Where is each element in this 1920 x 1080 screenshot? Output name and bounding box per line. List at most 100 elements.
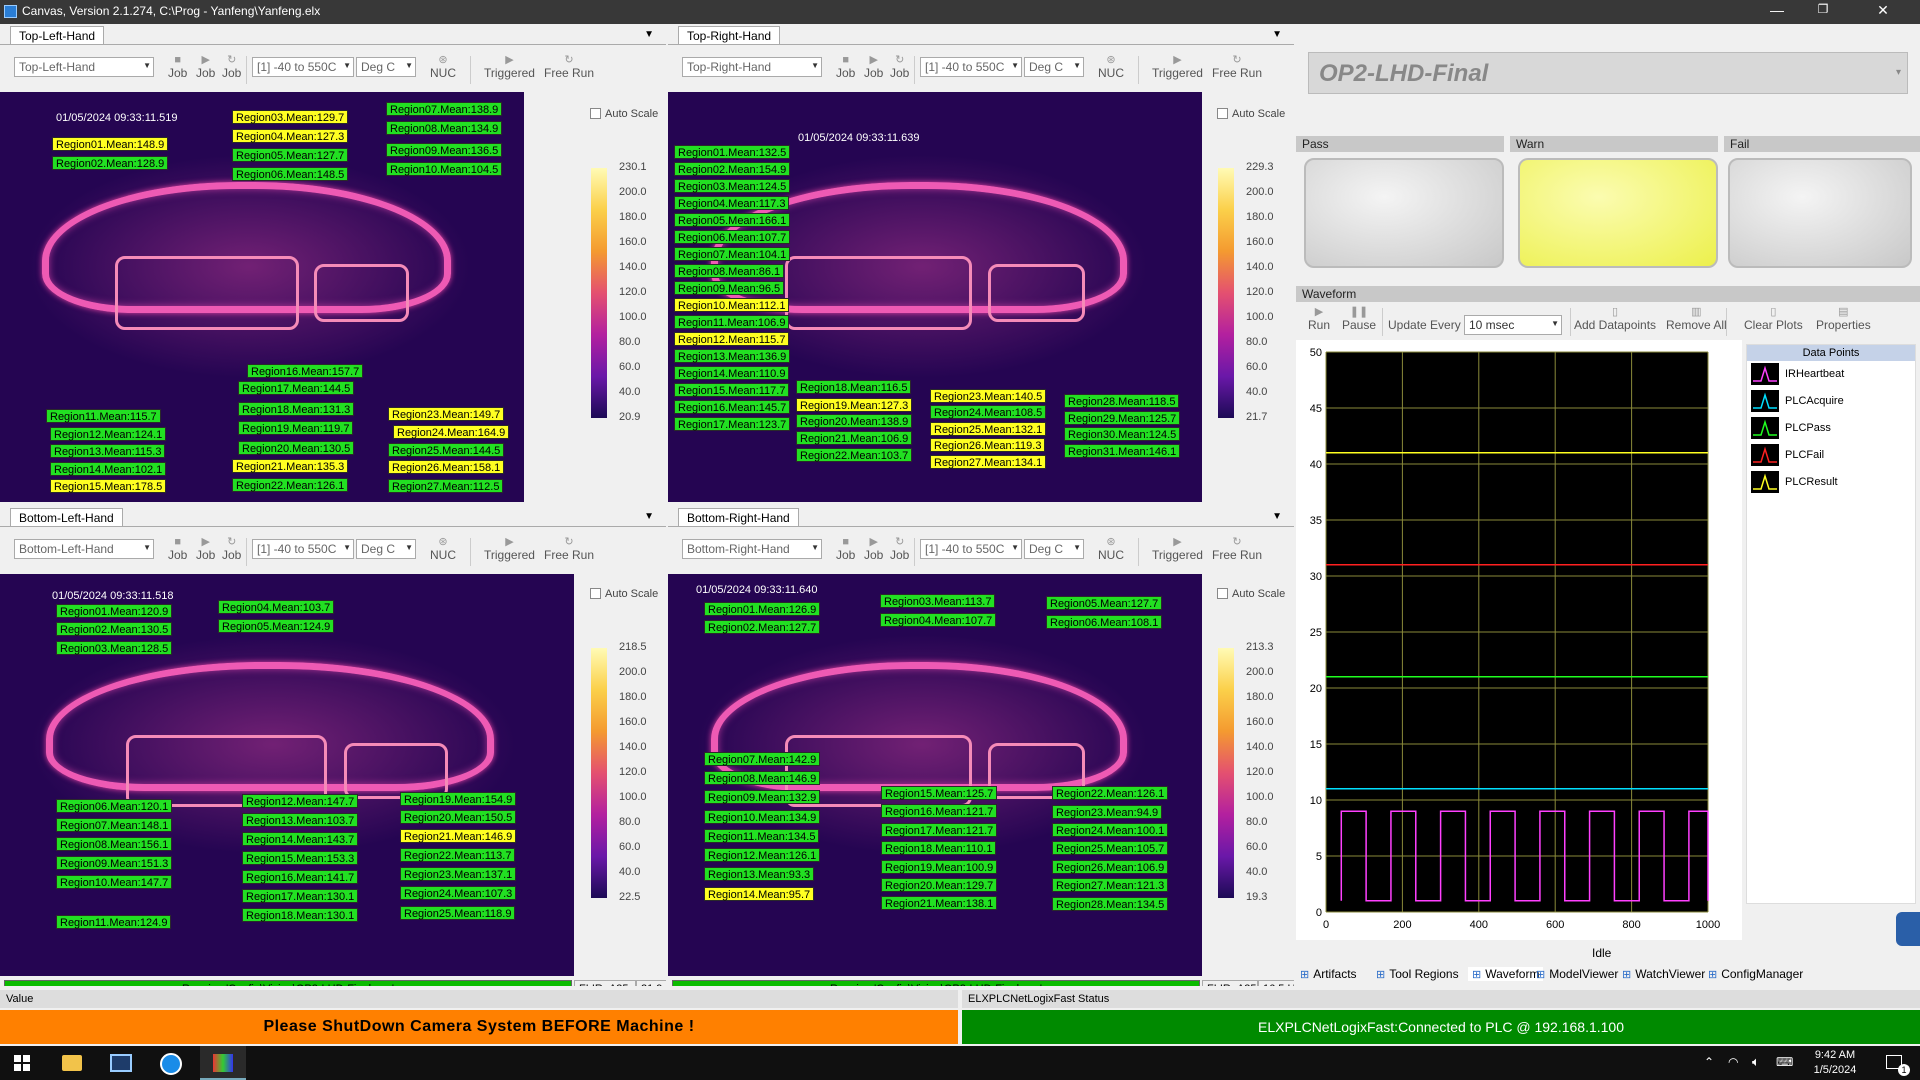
- chevron-down-icon[interactable]: ▼: [644, 511, 654, 522]
- nuc-button[interactable]: ⊛ NUC: [1098, 536, 1124, 562]
- chevron-down-icon[interactable]: ▼: [1272, 511, 1282, 522]
- region-mean-label: Region16.Mean:141.7: [242, 870, 359, 884]
- thermal-image[interactable]: 01/05/2024 09:33:11.518 Region01.Mean:120…: [0, 574, 574, 976]
- tab-artifacts[interactable]: ⊞ Artifacts: [1300, 967, 1357, 981]
- job-button-3[interactable]: ↻ Job: [890, 536, 909, 562]
- tab-top-left[interactable]: Top-Left-Hand: [10, 26, 105, 44]
- legend-item-plcacquire[interactable]: PLCAcquire: [1747, 388, 1915, 415]
- auto-scale-checkbox[interactable]: Auto Scale: [1217, 588, 1285, 600]
- auto-scale-checkbox[interactable]: Auto Scale: [1217, 108, 1285, 120]
- free-run-button[interactable]: ↻ Free Run: [544, 536, 594, 562]
- job-button-3[interactable]: ↻ Job: [222, 54, 241, 80]
- side-dock-icon[interactable]: [1896, 912, 1920, 946]
- tab-modelviewer[interactable]: ⊞ ModelViewer: [1536, 967, 1618, 981]
- legend-item-irheartbeat[interactable]: IRHeartbeat: [1747, 361, 1915, 388]
- range-select[interactable]: [1] -40 to 550C ▼: [920, 57, 1022, 77]
- unit-select[interactable]: Deg C ▼: [1024, 539, 1084, 559]
- color-scale-bar: [1218, 648, 1234, 898]
- canvas-taskbar-button[interactable]: [200, 1046, 246, 1080]
- properties-button[interactable]: ▤ Properties: [1816, 306, 1871, 332]
- job-button-3[interactable]: ↻ Job: [222, 536, 241, 562]
- scale-tick-label: 60.0: [1246, 361, 1268, 373]
- file-explorer-icon[interactable]: [62, 1055, 82, 1071]
- job-button-1[interactable]: ■ Job: [836, 54, 855, 80]
- legend-item-plcpass[interactable]: PLCPass: [1747, 415, 1915, 442]
- region-mean-label: Region02.Mean:127.7: [704, 620, 821, 634]
- region-mean-label: Region07.Mean:148.1: [56, 818, 173, 832]
- add-datapoints-button[interactable]: ▯ Add Datapoints: [1574, 306, 1656, 332]
- tab-tool-regions[interactable]: ⊞ Tool Regions: [1376, 967, 1459, 981]
- nuc-button[interactable]: ⊛ NUC: [1098, 54, 1124, 80]
- clock-time[interactable]: 9:42 AM: [1800, 1049, 1870, 1061]
- tab-top-right[interactable]: Top-Right-Hand: [678, 26, 781, 44]
- teamviewer-icon[interactable]: [160, 1053, 182, 1075]
- tab-label: ConfigManager: [1721, 967, 1804, 981]
- wifi-icon[interactable]: ◠: [1728, 1055, 1738, 1069]
- auto-scale-checkbox[interactable]: Auto Scale: [590, 108, 658, 120]
- chevron-down-icon[interactable]: ▼: [644, 29, 654, 40]
- job-button-2[interactable]: ▶ Job: [196, 536, 215, 562]
- thermal-image[interactable]: 01/05/2024 09:33:11.519 Region01.Mean:148…: [0, 92, 524, 502]
- camera-select[interactable]: Bottom-Right-Hand ▼: [682, 539, 822, 559]
- remove-all-button[interactable]: ▥ Remove All: [1666, 306, 1727, 332]
- unit-select[interactable]: Deg C ▼: [356, 539, 416, 559]
- triggered-button[interactable]: ▶ Triggered: [1152, 536, 1203, 562]
- camera-select[interactable]: Top-Left-Hand ▼: [14, 57, 154, 77]
- free-run-button[interactable]: ↻ Free Run: [544, 54, 594, 80]
- volume-icon[interactable]: 🔈︎: [1752, 1054, 1760, 1070]
- job-button-1[interactable]: ■ Job: [836, 536, 855, 562]
- job-button-2[interactable]: ▶ Job: [864, 54, 883, 80]
- region-mean-label: Region18.Mean:130.1: [242, 908, 359, 922]
- auto-scale-checkbox[interactable]: Auto Scale: [590, 588, 658, 600]
- maximize-button[interactable]: ❐: [1800, 2, 1846, 16]
- free-run-button[interactable]: ↻ Free Run: [1212, 54, 1262, 80]
- waveform-chart: 0 5 10 15 20 25 30 35 40 45 50 0 200 400 600 800 1000: [1296, 340, 1742, 940]
- chevron-up-icon[interactable]: ⌃: [1704, 1055, 1714, 1069]
- nuc-button[interactable]: ⊛ NUC: [430, 54, 456, 80]
- legend-item-plcfail[interactable]: PLCFail: [1747, 442, 1915, 469]
- range-select[interactable]: [1] -40 to 550C ▼: [252, 539, 354, 559]
- close-button[interactable]: ✕: [1860, 2, 1906, 19]
- camera-select[interactable]: Top-Right-Hand ▼: [682, 57, 822, 77]
- region-mean-label: Region31.Mean:146.1: [1064, 444, 1181, 458]
- unit-select[interactable]: Deg C ▼: [1024, 57, 1084, 77]
- tab-icon: ⊞: [1708, 969, 1718, 981]
- region-mean-label: Region15.Mean:153.3: [242, 851, 359, 865]
- clear-plots-button[interactable]: ▯ Clear Plots: [1744, 306, 1803, 332]
- job-button-3[interactable]: ↻ Job: [890, 54, 909, 80]
- triggered-button[interactable]: ▶ Triggered: [484, 536, 535, 562]
- keyboard-icon[interactable]: ⌨: [1776, 1055, 1793, 1069]
- pause-button[interactable]: ❚❚ Pause: [1342, 306, 1376, 332]
- chevron-down-icon[interactable]: ▼: [1272, 29, 1282, 40]
- range-select[interactable]: [1] -40 to 550C ▼: [252, 57, 354, 77]
- unit-select[interactable]: Deg C ▼: [356, 57, 416, 77]
- tab-configmanager[interactable]: ⊞ ConfigManager: [1708, 967, 1803, 981]
- refresh-icon: ↻: [895, 536, 905, 548]
- tab-watchviewer[interactable]: ⊞ WatchViewer: [1622, 967, 1705, 981]
- thermal-image[interactable]: 01/05/2024 09:33:11.639 Region01.Mean:132…: [668, 92, 1202, 502]
- interval-select[interactable]: 10 msec ▼: [1464, 315, 1562, 335]
- tab-waveform[interactable]: ⊞ Waveform: [1468, 967, 1544, 981]
- config-selector[interactable]: OP2-LHD-Final ▾: [1308, 52, 1908, 94]
- free-run-button[interactable]: ↻ Free Run: [1212, 536, 1262, 562]
- job-button-1[interactable]: ■ Job: [168, 536, 187, 562]
- minimize-button[interactable]: —: [1754, 2, 1800, 18]
- range-select[interactable]: [1] -40 to 550C ▼: [920, 539, 1022, 559]
- app-monitor-icon[interactable]: [110, 1054, 132, 1072]
- thermal-image[interactable]: 01/05/2024 09:33:11.640 Region01.Mean:126…: [668, 574, 1202, 976]
- tab-bottom-left[interactable]: Bottom-Left-Hand: [10, 508, 123, 526]
- job-button-1[interactable]: ■ Job: [168, 54, 187, 80]
- region-mean-label: Region15.Mean:178.5: [50, 479, 167, 493]
- tab-bottom-right[interactable]: Bottom-Right-Hand: [678, 508, 799, 526]
- nuc-button[interactable]: ⊛ NUC: [430, 536, 456, 562]
- region-mean-label: Region09.Mean:151.3: [56, 856, 173, 870]
- windows-start-icon[interactable]: [14, 1055, 30, 1071]
- job-button-2[interactable]: ▶ Job: [196, 54, 215, 80]
- job-button-2[interactable]: ▶ Job: [864, 536, 883, 562]
- run-button[interactable]: ▶ Run: [1308, 306, 1330, 332]
- triggered-button[interactable]: ▶ Triggered: [1152, 54, 1203, 80]
- camera-select[interactable]: Bottom-Left-Hand ▼: [14, 539, 154, 559]
- clock-date[interactable]: 1/5/2024: [1800, 1064, 1870, 1076]
- legend-item-plcresult[interactable]: PLCResult: [1747, 469, 1915, 496]
- triggered-button[interactable]: ▶ Triggered: [484, 54, 535, 80]
